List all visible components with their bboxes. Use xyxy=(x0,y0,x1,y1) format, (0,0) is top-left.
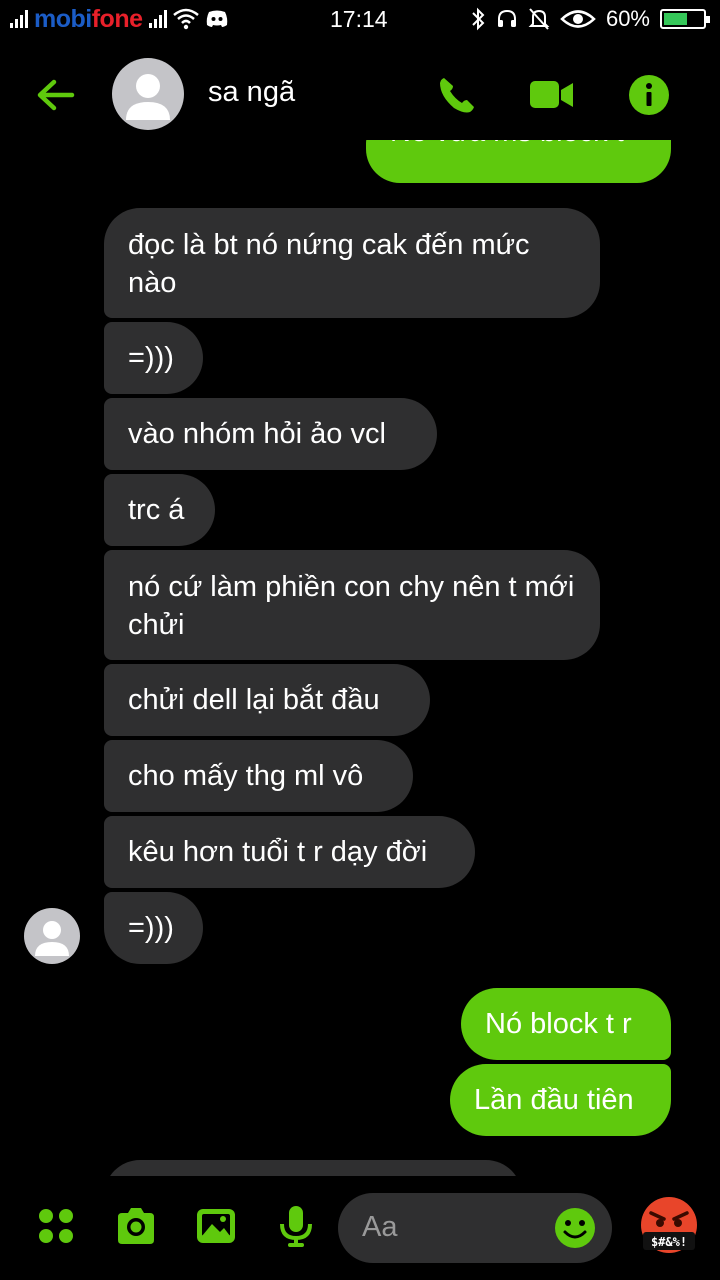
eye-icon xyxy=(560,10,596,28)
headset-icon xyxy=(497,9,516,27)
signal-strength-icon xyxy=(148,10,167,28)
conversation-header: sa ngã xyxy=(0,50,720,140)
status-bar: mobifone 17:14 60% xyxy=(0,0,720,38)
message-bubble-outgoing[interactable]: Nó block t r xyxy=(461,988,671,1060)
back-arrow-icon[interactable] xyxy=(34,72,80,118)
bluetooth-icon xyxy=(472,7,485,31)
discord-icon xyxy=(206,10,227,27)
message-bubble-incoming[interactable]: đọc là bt nó nứng cak đến mức nào xyxy=(104,208,600,318)
video-icon[interactable] xyxy=(528,72,574,118)
message-bubble-incoming[interactable]: =))) xyxy=(104,892,203,964)
info-icon[interactable] xyxy=(626,72,672,118)
mic-icon[interactable] xyxy=(274,1204,318,1248)
battery-icon xyxy=(660,9,710,29)
message-composer: Aa $#&%! xyxy=(0,1176,720,1280)
message-bubble-incoming[interactable]: nó cứ làm phiền con chy nên t mới chửi xyxy=(104,550,600,660)
battery-percent: 60% xyxy=(605,6,650,31)
message-list[interactable]: Nó vừa ms block t đọc là bt nó nứng cak … xyxy=(0,140,720,1176)
reaction-label: $#&%! xyxy=(651,1235,687,1249)
signal-strength-icon xyxy=(10,10,28,28)
bell-off-icon xyxy=(528,8,550,30)
message-bubble-incoming[interactable]: cho mấy thg ml vô xyxy=(104,740,413,812)
message-input[interactable]: Aa xyxy=(338,1193,612,1263)
message-bubble-incoming[interactable]: chửi dell lại bắt đầu xyxy=(104,664,430,736)
apps-icon[interactable] xyxy=(34,1204,78,1248)
message-bubble-incoming[interactable]: =))) xyxy=(104,322,203,394)
message-bubble-incoming[interactable]: trc á xyxy=(104,474,215,546)
message-bubble-outgoing[interactable]: Nó vừa ms block t xyxy=(366,140,671,183)
message-bubble-incoming[interactable]: kêu hơn tuổi t r dạy đời xyxy=(104,816,475,888)
angry-face-icon[interactable]: $#&%! xyxy=(638,1196,700,1258)
message-bubble-incoming[interactable] xyxy=(104,1160,522,1176)
default-avatar-icon xyxy=(35,921,69,956)
message-bubble-outgoing[interactable]: Lần đầu tiên xyxy=(450,1064,671,1136)
contact-avatar[interactable] xyxy=(112,58,184,130)
camera-icon[interactable] xyxy=(114,1204,158,1248)
contact-name[interactable]: sa ngã xyxy=(208,76,295,109)
wifi-icon xyxy=(172,8,199,30)
sender-avatar[interactable] xyxy=(24,908,80,964)
phone-icon[interactable] xyxy=(434,72,480,118)
carrier-name: mobifone xyxy=(34,4,143,33)
default-avatar-icon xyxy=(126,74,170,120)
smiley-icon[interactable] xyxy=(554,1207,596,1249)
image-icon[interactable] xyxy=(194,1204,238,1248)
clock: 17:14 xyxy=(330,6,388,32)
message-input-placeholder: Aa xyxy=(362,1211,398,1243)
message-bubble-incoming[interactable]: vào nhóm hỏi ảo vcl xyxy=(104,398,437,470)
